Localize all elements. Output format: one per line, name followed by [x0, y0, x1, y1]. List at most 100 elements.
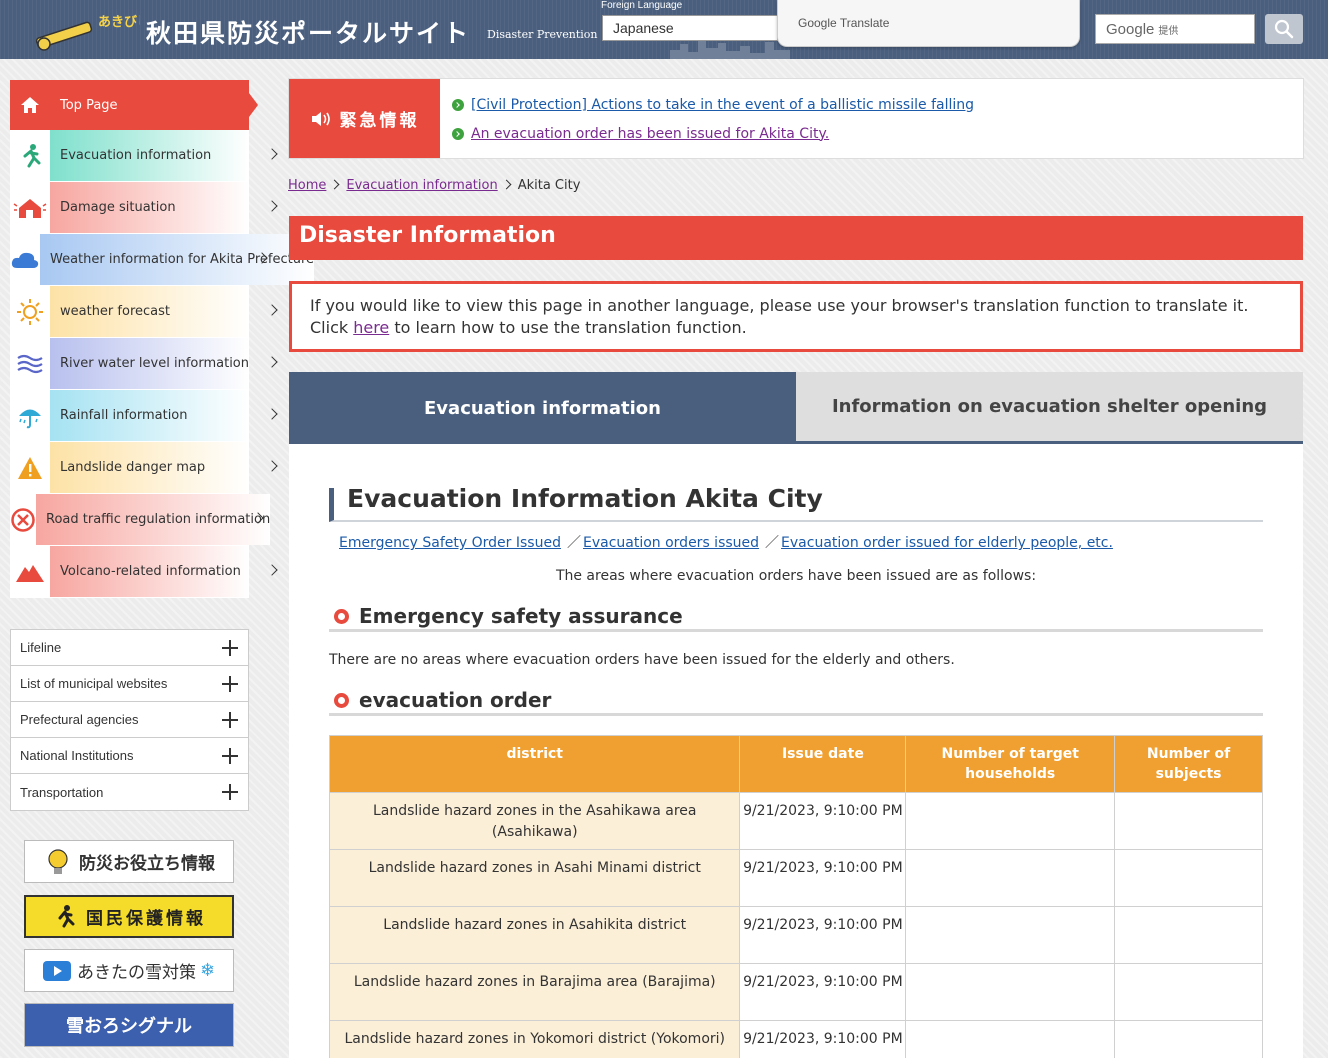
areas-note: The areas where evacuation orders have b…: [555, 568, 1037, 584]
section-heading: Evacuation Information Akita City: [329, 484, 1263, 522]
evacuation-order-table: district Issue date Number of target hou…: [328, 735, 1263, 1058]
banner-disaster-tips[interactable]: 防災お役立ち情報: [24, 840, 234, 883]
sidebar-item-label: Damage situation: [60, 200, 176, 215]
search-icon: [1274, 19, 1294, 39]
alert-link-missile-text[interactable]: [Civil Protection] Actions to take in th…: [471, 97, 974, 113]
link-national-institutions[interactable]: National Institutions: [11, 738, 248, 774]
sidebar-item-river-water-level-information[interactable]: River water level information: [10, 338, 278, 390]
city-silhouette-icon: [670, 40, 790, 59]
sidebar-item-label: Weather information for Akita Prefecture: [50, 252, 315, 267]
subjects-cell: [1114, 849, 1263, 907]
link-municipal-websites[interactable]: List of municipal websites: [11, 666, 248, 702]
subjects-cell: [1114, 906, 1263, 964]
table-row: Landslide hazard zones in Asahikita dist…: [328, 906, 1263, 964]
issue-date-cell: 9/21/2023, 9:10:00 PM: [739, 1020, 907, 1058]
damaged-house-icon: [10, 182, 50, 233]
order-type-links: Emergency Safety Order Issued ／ Evacuation…: [339, 535, 1113, 551]
sidebar-item-volcano-related-information[interactable]: Volcano-related information: [10, 546, 278, 598]
arrow-circle-icon: [452, 127, 464, 140]
tab-evacuation-information[interactable]: Evacuation information: [289, 372, 796, 444]
households-cell: [905, 792, 1116, 850]
issue-date-cell: 9/21/2023, 9:10:00 PM: [739, 963, 907, 1021]
search-input[interactable]: Google 提供: [1095, 14, 1255, 44]
site-title[interactable]: 秋田県防災ポータルサイト: [146, 14, 470, 50]
alert-link-evacuation-text[interactable]: An evacuation order has been issued for …: [471, 126, 829, 142]
volcano-icon: [10, 546, 50, 597]
running-person-icon: [10, 130, 50, 181]
sidebar-item-label: Rainfall information: [60, 408, 188, 423]
link-emergency-safety[interactable]: Emergency Safety Order Issued: [339, 535, 561, 551]
warning-icon: [10, 442, 50, 493]
chevron-right-icon: [266, 200, 278, 212]
nav-top-page-label: Top Page: [60, 97, 118, 113]
sidebar-item-label: River water level information: [59, 356, 249, 371]
subjects-cell: [1114, 1020, 1263, 1058]
plus-icon: [222, 712, 238, 728]
evacuation-panel: Evacuation Information Akita City Emerge…: [289, 444, 1303, 1058]
info-tabs: Evacuation information Information on ev…: [289, 372, 1303, 444]
sidebar-item-weather-forecast[interactable]: weather forecast: [10, 286, 278, 338]
issue-date-cell: 9/21/2023, 9:10:00 PM: [739, 792, 907, 850]
chevron-right-icon: [266, 356, 278, 368]
sidebar-item-label: weather forecast: [60, 304, 170, 319]
sidebar-item-evacuation-information[interactable]: Evacuation information: [10, 130, 278, 182]
foreign-language-label: Foreign Language: [601, 0, 683, 11]
chevron-right-icon: [266, 304, 278, 316]
table-row: Landslide hazard zones in the Asahikawa …: [328, 792, 1263, 850]
district-cell: Landslide hazard zones in Asahikita dist…: [328, 906, 741, 964]
link-lifeline[interactable]: Lifeline: [11, 630, 248, 666]
link-evacuation-orders[interactable]: Evacuation orders issued: [583, 535, 759, 551]
external-link-list: Lifeline List of municipal websites Pref…: [10, 629, 249, 811]
tab-shelter-opening[interactable]: Information on evacuation shelter openin…: [796, 372, 1303, 444]
district-cell: Landslide hazard zones in Barajima area …: [328, 963, 741, 1021]
sidebar-item-damage-situation[interactable]: Damage situation: [10, 182, 278, 234]
breadcrumb-evacuation[interactable]: Evacuation information: [346, 178, 497, 193]
link-prefectural-agencies[interactable]: Prefectural agencies: [11, 702, 248, 738]
banner-civil-protection[interactable]: 国民保護情報: [24, 895, 234, 938]
sidebar-item-rainfall-information[interactable]: Rainfall information: [10, 390, 278, 442]
page-title: Disaster Information: [289, 216, 1303, 260]
link-transportation[interactable]: Transportation: [11, 774, 248, 810]
households-cell: [905, 963, 1116, 1021]
plus-icon: [222, 640, 238, 656]
google-translate-popup[interactable]: Google Translate: [777, 0, 1080, 47]
banner-snow-measures[interactable]: あきたの雪対策 ❄: [24, 949, 234, 992]
language-select[interactable]: Japanese: [602, 15, 778, 41]
emergency-label: 緊急情報: [289, 79, 440, 158]
households-cell: [905, 906, 1116, 964]
plus-icon: [222, 748, 238, 764]
alert-link-evacuation: An evacuation order has been issued for …: [452, 119, 974, 148]
link-elderly-order[interactable]: Evacuation order issued for elderly peop…: [781, 535, 1113, 551]
banner-snow-signal[interactable]: 雪おろシグナル: [24, 1003, 234, 1047]
households-cell: [905, 849, 1116, 907]
arrow-circle-icon: [452, 98, 464, 111]
table-row: Landslide hazard zones in Barajima area …: [328, 963, 1263, 1021]
side-nav: Top Page Evacuation information Damage si…: [10, 80, 315, 598]
sidebar-item-road-traffic-regulation-information[interactable]: Road traffic regulation information: [10, 494, 271, 546]
play-icon: [42, 960, 71, 981]
plus-icon: [222, 676, 238, 692]
subjects-cell: [1114, 792, 1263, 850]
col-households: Number of target households: [905, 735, 1116, 793]
translation-notice: If you would like to view this page in a…: [289, 281, 1303, 352]
speaker-icon: [311, 111, 330, 126]
translation-help-link[interactable]: here: [353, 318, 389, 337]
search-button[interactable]: [1265, 14, 1303, 44]
subjects-cell: [1114, 963, 1263, 1021]
sidebar-item-landslide-danger-map[interactable]: Landslide danger map: [10, 442, 278, 494]
table-header-row: district Issue date Number of target hou…: [328, 735, 1263, 793]
evacuation-order-heading: evacuation order: [329, 688, 1263, 716]
nav-top-page[interactable]: Top Page: [10, 80, 258, 130]
ring-icon: [334, 609, 349, 624]
sidebar-item-label: Evacuation information: [60, 148, 212, 163]
emergency-safety-heading: Emergency safety assurance: [329, 604, 1263, 632]
svg-text:あきびしんた: あきびしんた: [98, 15, 140, 30]
snowflake-icon: ❄: [199, 960, 216, 981]
ring-icon: [334, 693, 349, 708]
chevron-right-icon: [266, 564, 278, 576]
chevron-right-icon: [266, 408, 278, 420]
logo-mark-icon[interactable]: あきびしんた: [34, 6, 140, 54]
breadcrumb-home[interactable]: Home: [288, 178, 326, 193]
district-cell: Landslide hazard zones in the Asahikawa …: [328, 792, 741, 850]
sidebar-item-weather-information-for-akita-prefecture[interactable]: Weather information for Akita Prefecture: [10, 234, 315, 286]
